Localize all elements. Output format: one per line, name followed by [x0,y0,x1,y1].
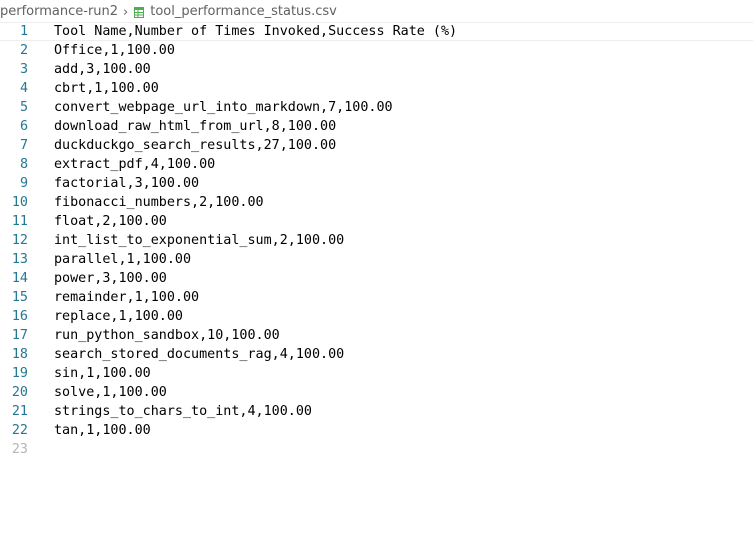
line-number: 1 [19,24,28,39]
line-number: 12 [11,233,28,248]
editor-line[interactable]: 19 sin,1,100.00 [0,364,753,383]
breadcrumb-folder[interactable]: performance-run2 [0,0,118,24]
line-text: run_python_sandbox,10,100.00 [54,328,280,343]
line-text: parallel,1,100.00 [54,252,192,267]
line-number: 4 [19,81,28,96]
line-number: 17 [11,328,28,343]
line-number: 3 [19,62,28,77]
line-text: Tool Name,Number of Times Invoked,Succes… [54,24,458,39]
line-text: replace,1,100.00 [54,309,183,324]
line-number: 14 [11,271,28,286]
line-text: extract_pdf,4,100.00 [54,157,216,172]
editor-line[interactable]: 23 [0,440,753,459]
line-text: int_list_to_exponential_sum,2,100.00 [54,233,345,248]
line-number: 2 [19,43,28,58]
line-text: remainder,1,100.00 [54,290,200,305]
line-text: power,3,100.00 [54,271,167,286]
breadcrumb-file[interactable]: tool_performance_status.csv [150,0,337,24]
line-text: sin,1,100.00 [54,366,151,381]
editor-line[interactable]: 18 search_stored_documents_rag,4,100.00 [0,345,753,364]
line-text: add,3,100.00 [54,62,151,77]
line-text: solve,1,100.00 [54,385,167,400]
editor-line[interactable]: 7 duckduckgo_search_results,27,100.00 [0,136,753,155]
editor-line[interactable]: 1 Tool Name,Number of Times Invoked,Succe… [0,22,753,41]
editor-line[interactable]: 2 Office,1,100.00 [0,41,753,60]
line-text: search_stored_documents_rag,4,100.00 [54,347,345,362]
line-number: 5 [19,100,28,115]
editor-line[interactable]: 11 float,2,100.00 [0,212,753,231]
editor-line[interactable]: 10 fibonacci_numbers,2,100.00 [0,193,753,212]
line-number: 15 [11,290,28,305]
line-text: strings_to_chars_to_int,4,100.00 [54,404,312,419]
editor-line[interactable]: 20 solve,1,100.00 [0,383,753,402]
line-number: 19 [11,366,28,381]
editor-line[interactable]: 8 extract_pdf,4,100.00 [0,155,753,174]
line-number: 23 [11,442,28,457]
editor-line[interactable]: 21 strings_to_chars_to_int,4,100.00 [0,402,753,421]
line-number: 18 [11,347,28,362]
editor-line[interactable]: 13 parallel,1,100.00 [0,250,753,269]
csv-file-icon [134,6,145,18]
editor-line[interactable]: 4 cbrt,1,100.00 [0,79,753,98]
editor-line[interactable]: 9 factorial,3,100.00 [0,174,753,193]
line-text: fibonacci_numbers,2,100.00 [54,195,264,210]
breadcrumb: performance-run2 › tool_performance_stat… [0,0,753,24]
line-number: 8 [19,157,28,172]
line-number: 13 [11,252,28,267]
line-number: 7 [19,138,28,153]
line-text: float,2,100.00 [54,214,167,229]
editor-line[interactable]: 3 add,3,100.00 [0,60,753,79]
line-text: factorial,3,100.00 [54,176,200,191]
editor-line[interactable]: 12 int_list_to_exponential_sum,2,100.00 [0,231,753,250]
line-number: 20 [11,385,28,400]
editor-line[interactable]: 5 convert_webpage_url_into_markdown,7,100… [0,98,753,117]
line-text: tan,1,100.00 [54,423,151,438]
line-number: 10 [11,195,28,210]
line-text: Office,1,100.00 [54,43,175,58]
code-editor[interactable]: 1 Tool Name,Number of Times Invoked,Succe… [0,22,753,459]
line-number: 16 [11,309,28,324]
line-text: duckduckgo_search_results,27,100.00 [54,138,337,153]
line-number: 6 [19,119,28,134]
editor-line[interactable]: 17 run_python_sandbox,10,100.00 [0,326,753,345]
line-number: 22 [11,423,28,438]
line-text: convert_webpage_url_into_markdown,7,100.… [54,100,393,115]
line-number: 21 [11,404,28,419]
line-text: download_raw_html_from_url,8,100.00 [54,119,337,134]
line-text: cbrt,1,100.00 [54,81,159,96]
line-number: 9 [19,176,28,191]
editor-line[interactable]: 16 replace,1,100.00 [0,307,753,326]
editor-line[interactable]: 22 tan,1,100.00 [0,421,753,440]
chevron-right-icon: › [123,4,129,20]
editor-line[interactable]: 14 power,3,100.00 [0,269,753,288]
editor-line[interactable]: 6 download_raw_html_from_url,8,100.00 [0,117,753,136]
line-number: 11 [11,214,28,229]
editor-line[interactable]: 15 remainder,1,100.00 [0,288,753,307]
